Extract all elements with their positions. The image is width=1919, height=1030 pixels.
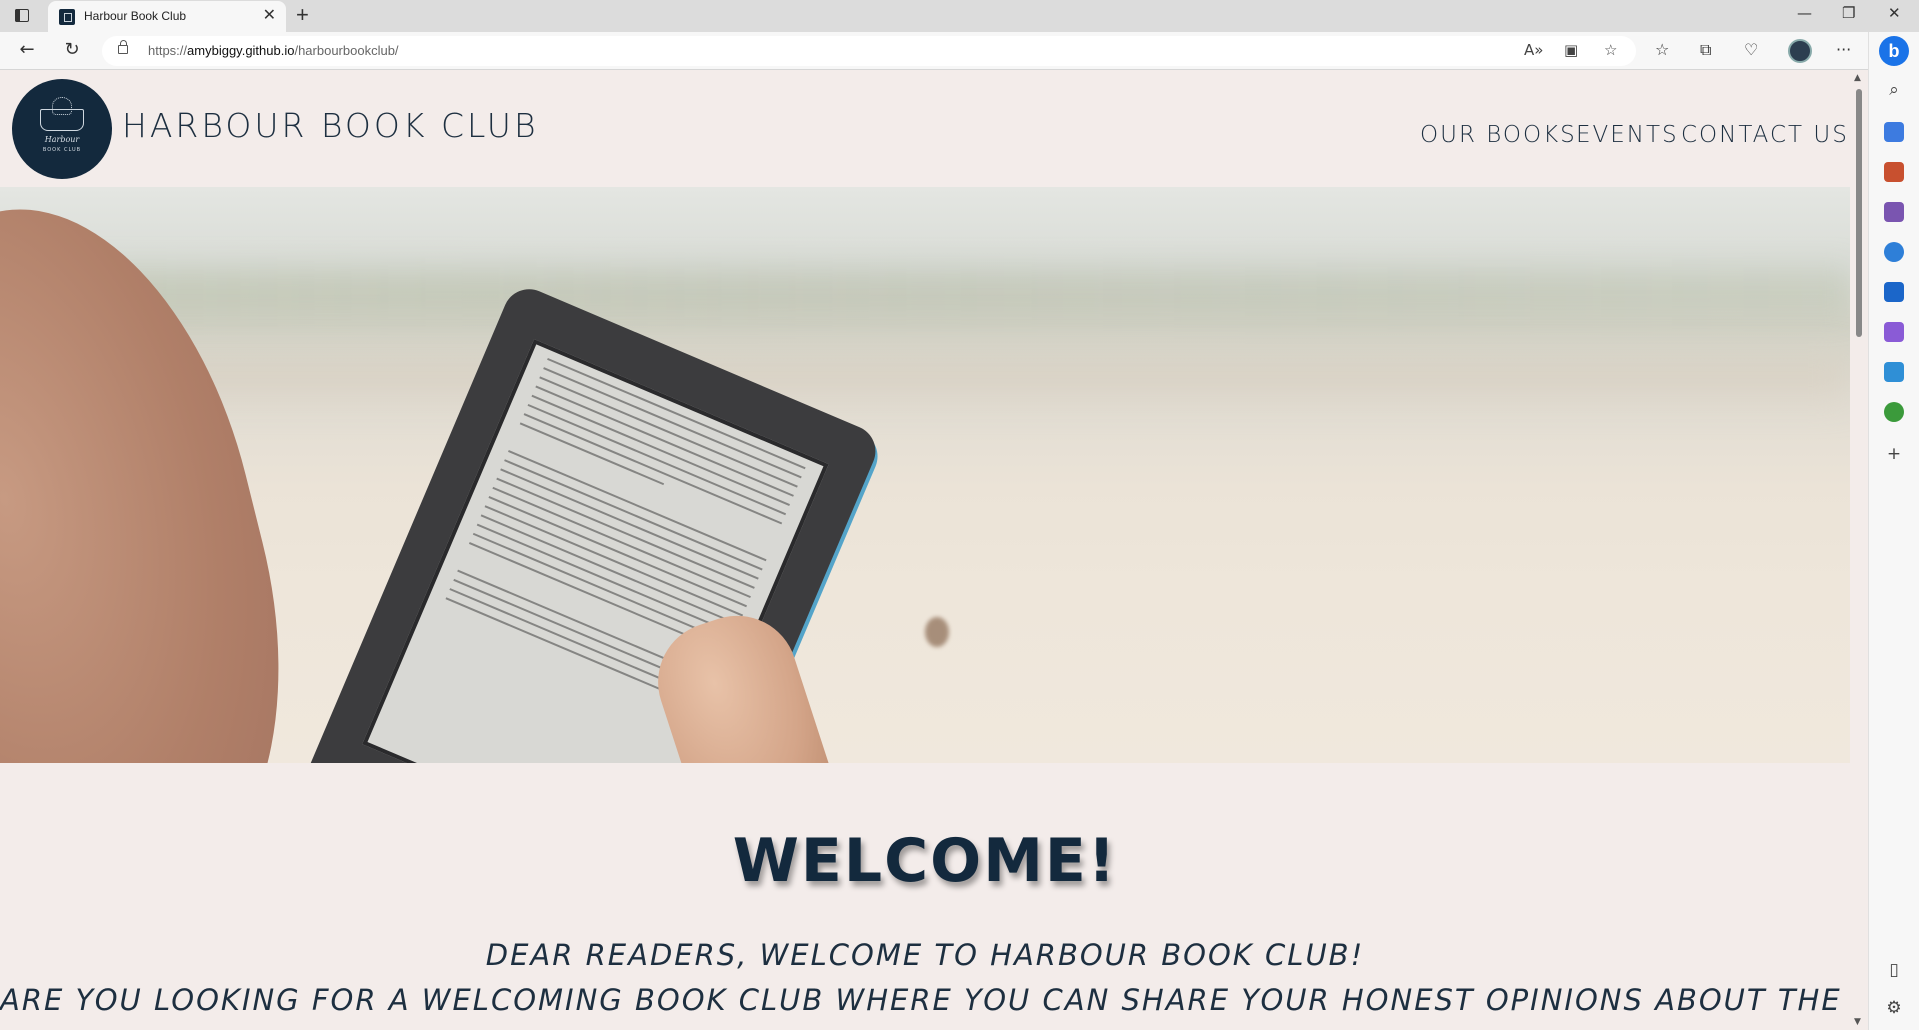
immersive-reader-icon[interactable]: ▣ bbox=[1564, 41, 1578, 59]
tab-close-icon[interactable]: ✕ bbox=[263, 6, 276, 26]
sidebar-toggle-icon[interactable]: ▯ bbox=[1883, 960, 1905, 980]
back-arrow-icon[interactable]: ← bbox=[15, 38, 39, 62]
profile-avatar[interactable] bbox=[1788, 39, 1812, 63]
welcome-heading: WELCOME! bbox=[732, 826, 1118, 896]
nav-events[interactable]: EVENTS bbox=[1576, 122, 1679, 148]
search-icon[interactable]: ⌕ bbox=[1883, 80, 1905, 100]
browser-essentials-icon[interactable]: ♡ bbox=[1744, 40, 1758, 59]
favorite-star-icon[interactable]: ☆ bbox=[1604, 41, 1617, 59]
browser-sidebar: b ⌕ + ▯ ⚙ bbox=[1868, 32, 1919, 1030]
tab-actions-icon[interactable] bbox=[12, 6, 32, 26]
copilot-icon[interactable]: b bbox=[1879, 36, 1909, 66]
hero-image bbox=[0, 187, 1850, 763]
tree-icon[interactable] bbox=[1884, 402, 1904, 422]
close-window-button[interactable]: ✕ bbox=[1888, 4, 1901, 22]
web-page: Harbour BOOK CLUB HARBOUR BOOK CLUB OUR … bbox=[0, 71, 1850, 1030]
new-tab-button[interactable]: + bbox=[296, 2, 309, 28]
intro-line-1: DEAR READERS, WELCOME TO HARBOUR BOOK CL… bbox=[485, 938, 1365, 972]
scroll-down-arrow-icon[interactable]: ▼ bbox=[1854, 1017, 1861, 1027]
open-book-icon bbox=[40, 109, 84, 131]
nav-contact-us[interactable]: CONTACT US bbox=[1681, 122, 1849, 148]
shopping-icon[interactable] bbox=[1884, 122, 1904, 142]
browser-toolbar: ← ↻ https://amybiggy.github.io/harbourbo… bbox=[0, 32, 1919, 70]
site-favicon-icon bbox=[59, 9, 75, 25]
intro-line-2: ARE YOU LOOKING FOR A WELCOMING BOOK CLU… bbox=[0, 983, 1850, 1017]
page-scrollbar[interactable]: ▲ ▼ bbox=[1850, 71, 1868, 1030]
add-icon[interactable]: + bbox=[1883, 444, 1905, 464]
collections-icon[interactable]: ⧉ bbox=[1700, 40, 1711, 60]
read-aloud-icon[interactable]: A» bbox=[1524, 41, 1543, 59]
games-icon[interactable] bbox=[1884, 202, 1904, 222]
microsoft-365-icon[interactable] bbox=[1884, 242, 1904, 262]
tab-title: Harbour Book Club bbox=[84, 9, 187, 23]
send-icon[interactable] bbox=[1884, 362, 1904, 382]
settings-gear-icon[interactable]: ⚙ bbox=[1883, 998, 1905, 1018]
browser-tab-strip: Harbour Book Club ✕ + — ❐ ✕ bbox=[0, 0, 1919, 32]
more-menu-icon[interactable]: ··· bbox=[1836, 40, 1851, 59]
tools-icon[interactable] bbox=[1884, 162, 1904, 182]
site-header: Harbour BOOK CLUB HARBOUR BOOK CLUB OUR … bbox=[0, 71, 1850, 187]
browser-tab[interactable]: Harbour Book Club ✕ bbox=[48, 1, 286, 32]
logo-small-text: BOOK CLUB bbox=[42, 147, 82, 153]
scroll-up-arrow-icon[interactable]: ▲ bbox=[1854, 73, 1861, 83]
restore-button[interactable]: ❐ bbox=[1842, 4, 1855, 22]
nav-our-books[interactable]: OUR BOOKS bbox=[1420, 122, 1577, 148]
minimize-button[interactable]: — bbox=[1797, 4, 1812, 22]
designer-icon[interactable] bbox=[1884, 322, 1904, 342]
favorites-icon[interactable]: ☆ bbox=[1655, 40, 1669, 59]
url-text[interactable]: https://amybiggy.github.io/harbourbookcl… bbox=[148, 43, 399, 58]
logo-script-text: Harbour bbox=[44, 135, 80, 144]
site-title[interactable]: HARBOUR BOOK CLUB bbox=[122, 106, 539, 145]
scrollbar-thumb[interactable] bbox=[1856, 89, 1862, 337]
refresh-icon[interactable]: ↻ bbox=[60, 38, 84, 62]
outlook-icon[interactable] bbox=[1884, 282, 1904, 302]
lock-icon[interactable] bbox=[118, 40, 128, 54]
club-logo[interactable]: Harbour BOOK CLUB bbox=[12, 79, 112, 179]
address-bar[interactable]: https://amybiggy.github.io/harbourbookcl… bbox=[102, 36, 1636, 66]
